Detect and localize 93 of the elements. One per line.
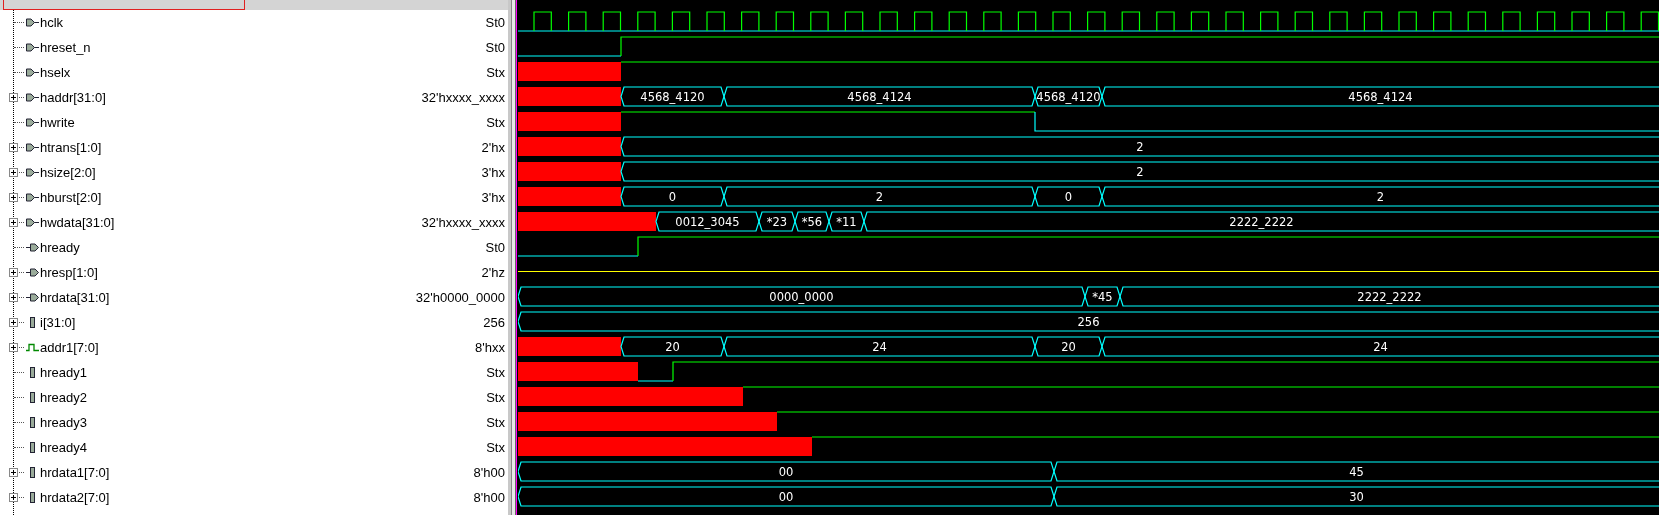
expand-toggle[interactable] <box>9 468 18 477</box>
signal-name[interactable]: i[31:0] <box>40 315 76 330</box>
bus-value: 2 <box>1376 190 1385 204</box>
signal-value: Stx <box>486 440 506 455</box>
pane-splitter[interactable] <box>508 0 518 515</box>
bus-value: 256 <box>1077 315 1100 329</box>
input-port-icon <box>26 168 39 177</box>
signal-name[interactable]: addr1[7:0] <box>40 340 99 355</box>
expand-toggle[interactable] <box>9 93 18 102</box>
signal-value: 32'h0000_0000 <box>415 290 506 305</box>
expand-toggle[interactable] <box>9 293 18 302</box>
output-port-icon <box>26 268 39 277</box>
signal-value: Stx <box>486 65 506 80</box>
input-port-icon <box>26 43 39 52</box>
bus-value: 2 <box>1136 140 1144 154</box>
bus-value: 2 <box>875 190 884 204</box>
input-port-icon <box>26 218 39 227</box>
signal-value: 8'h00 <box>473 465 506 480</box>
signal-name[interactable]: hready4 <box>40 440 87 455</box>
bus-value: 4568_4124 <box>1348 90 1413 104</box>
signal-value: St0 <box>485 15 506 30</box>
signal-value: 32'hxxxx_xxxx <box>421 215 506 230</box>
signal-name[interactable]: haddr[31:0] <box>40 90 106 105</box>
signal-value: Stx <box>486 390 506 405</box>
bus-value: 2222_2222 <box>1229 215 1294 229</box>
bus-value: 0000_0000 <box>769 290 834 304</box>
signal-name[interactable]: htrans[1:0] <box>40 140 102 155</box>
input-port-icon <box>26 193 39 202</box>
signal-name[interactable]: hready1 <box>40 365 87 380</box>
bus-value: 4568_4120 <box>1036 90 1101 104</box>
bus-value: 00 <box>778 465 794 479</box>
bus-value: 00 <box>778 490 794 504</box>
signal-value: 3'hx <box>481 165 506 180</box>
signal-name[interactable]: hrdata2[7:0] <box>40 490 110 505</box>
signal-name[interactable]: hclk <box>40 15 64 30</box>
bus-value: 45 <box>1349 465 1364 479</box>
signal-name[interactable]: hsize[2:0] <box>40 165 96 180</box>
bus-value: 4568_4120 <box>640 90 705 104</box>
signal-name[interactable]: hburst[2:0] <box>40 190 102 205</box>
signal-name[interactable]: hwrite <box>40 115 75 130</box>
bus-value: 2222_2222 <box>1357 290 1422 304</box>
bus-value: 4568_4124 <box>847 90 912 104</box>
signal-value: Stx <box>486 115 506 130</box>
input-port-icon <box>26 68 39 77</box>
bus-value: 20 <box>1061 340 1076 354</box>
signal-value: Stx <box>486 365 506 380</box>
bus-value: *45 <box>1092 290 1113 304</box>
signal-name[interactable]: hready3 <box>40 415 87 430</box>
signal-name[interactable]: hready2 <box>40 390 87 405</box>
bus-value: 30 <box>1349 490 1364 504</box>
bus-value: 24 <box>1373 340 1388 354</box>
bus-value: 20 <box>665 340 680 354</box>
bus-value: *11 <box>836 215 857 229</box>
signal-value: St0 <box>485 40 506 55</box>
signal-name[interactable]: hreset_n <box>40 40 91 55</box>
expand-toggle[interactable] <box>9 168 18 177</box>
signal-value: 32'hxxxx_xxxx <box>421 90 506 105</box>
signal-name[interactable]: hresp[1:0] <box>40 265 98 280</box>
bus-value: *56 <box>801 215 823 229</box>
signal-value: 8'hxx <box>475 340 506 355</box>
pulse-icon <box>26 343 39 352</box>
input-port-icon <box>26 18 39 27</box>
signal-name[interactable]: hselx <box>40 65 71 80</box>
signal-name[interactable]: hrdata1[7:0] <box>40 465 110 480</box>
bus-value: 0012_3045 <box>675 215 740 229</box>
expand-toggle[interactable] <box>9 268 18 277</box>
input-port-icon <box>26 118 39 127</box>
signal-name[interactable]: hready <box>40 240 80 255</box>
signal-value: Stx <box>486 415 506 430</box>
signal-value: 8'h00 <box>473 490 506 505</box>
group-header[interactable] <box>3 0 245 10</box>
bus-value: 24 <box>872 340 887 354</box>
expand-toggle[interactable] <box>9 493 18 502</box>
input-port-icon <box>26 143 39 152</box>
expand-toggle[interactable] <box>9 218 18 227</box>
signal-value: 2'hz <box>481 265 506 280</box>
signal-value: St0 <box>485 240 506 255</box>
input-port-icon <box>26 93 39 102</box>
signal-name[interactable]: hrdata[31:0] <box>40 290 110 305</box>
expand-toggle[interactable] <box>9 193 18 202</box>
output-port-icon <box>26 293 39 302</box>
expand-toggle[interactable] <box>9 143 18 152</box>
bus-value: 0 <box>1064 190 1073 204</box>
signal-name[interactable]: hwdata[31:0] <box>40 215 115 230</box>
expand-toggle[interactable] <box>9 343 18 352</box>
signal-value: 3'hx <box>481 190 506 205</box>
output-port-icon <box>26 243 39 252</box>
bus-value: 0 <box>668 190 677 204</box>
bus-value: 2 <box>1136 165 1144 179</box>
signal-value: 256 <box>483 315 506 330</box>
bus-value: *23 <box>766 215 788 229</box>
signal-value: 2'hx <box>481 140 506 155</box>
expand-toggle[interactable] <box>9 318 18 327</box>
